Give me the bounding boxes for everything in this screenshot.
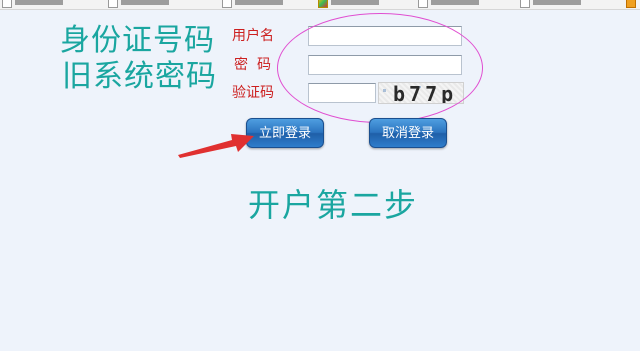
bookmark-item[interactable]	[2, 0, 63, 8]
bookmark-item[interactable]	[418, 0, 479, 8]
captcha-text: b77p	[393, 82, 458, 104]
bookmark-label-obscured	[15, 0, 63, 5]
cancel-login-button[interactable]: 取消登录	[369, 118, 447, 148]
captcha-image[interactable]: b77p	[378, 82, 464, 104]
bookmark-item[interactable]	[626, 0, 639, 8]
bookmark-item[interactable]	[222, 0, 283, 8]
bookmark-item[interactable]	[318, 0, 379, 8]
bookmark-label-obscured	[431, 0, 479, 5]
captcha-noise	[383, 89, 386, 92]
username-label: 用户名	[232, 28, 274, 44]
captcha-input[interactable]	[308, 83, 376, 103]
page-icon	[222, 0, 232, 8]
captcha-label: 验证码	[232, 85, 274, 101]
bookmarks-bar	[0, 0, 640, 10]
page-icon	[108, 0, 118, 8]
page-icon	[418, 0, 428, 8]
bookmark-label-obscured	[121, 0, 169, 5]
red-arrow-icon	[178, 134, 254, 158]
password-input[interactable]	[308, 55, 462, 75]
bookmark-label-obscured	[331, 0, 379, 5]
annotation-id-number: 身份证号码	[60, 23, 215, 58]
password-label: 密码	[234, 57, 280, 73]
bookmark-label-obscured	[533, 0, 581, 5]
login-button[interactable]: 立即登录	[246, 118, 324, 148]
page-icon	[2, 0, 12, 8]
bookmark-item[interactable]	[108, 0, 169, 8]
folder-icon	[626, 0, 636, 8]
annotation-old-password: 旧系统密码	[62, 59, 217, 94]
colorful-site-icon	[318, 0, 328, 8]
bookmark-item[interactable]	[520, 0, 581, 8]
username-input[interactable]	[308, 26, 462, 46]
step-title: 开户第二步	[248, 186, 419, 224]
page-icon	[520, 0, 530, 8]
bookmark-label-obscured	[235, 0, 283, 5]
